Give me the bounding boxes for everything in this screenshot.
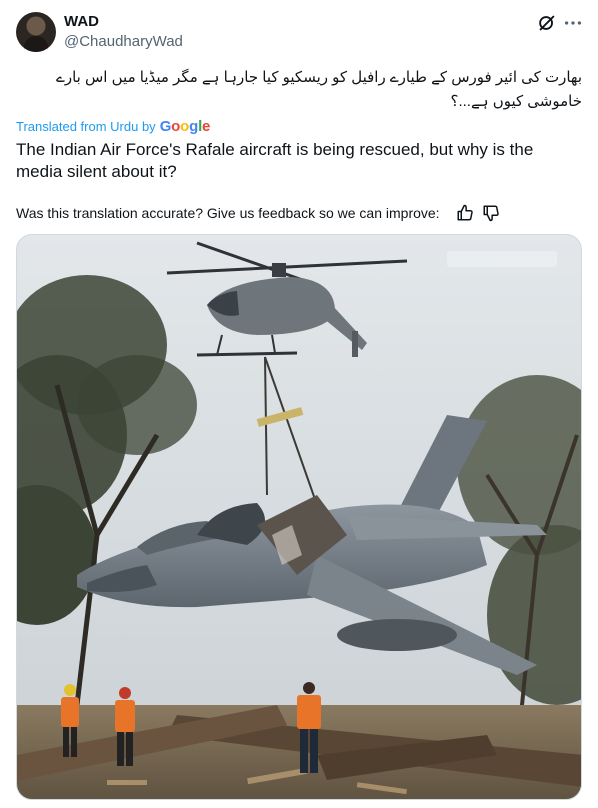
feedback-prompt: Was this translation accurate? Give us f… — [16, 205, 440, 221]
post-media-photo[interactable] — [16, 234, 582, 800]
user-handle[interactable]: @ChaudharyWad — [64, 33, 183, 51]
avatar[interactable] — [16, 12, 56, 52]
post-original-text: بھارت کی ائیر فورس کے طیارے رافیل کو ریس… — [56, 69, 582, 110]
google-logo: Google — [159, 118, 211, 135]
thumbs-up-icon[interactable] — [456, 204, 474, 222]
translation-attribution: Translated from Urdu by Google — [16, 119, 210, 135]
translated-from-label: Translated from Urdu by — [16, 119, 156, 134]
display-name[interactable]: WAD — [64, 13, 99, 31]
grok-icon[interactable] — [536, 12, 558, 34]
thumbs-down-icon[interactable] — [482, 204, 500, 222]
photo-watermark — [447, 251, 557, 267]
tweet-card: WAD @ChaudharyWad بھارت کی ائیر فورس کے … — [0, 0, 598, 808]
more-options-icon[interactable] — [562, 12, 584, 34]
translation-feedback: Was this translation accurate? Give us f… — [16, 204, 500, 222]
post-translation: The Indian Air Force's Rafale aircraft i… — [16, 140, 534, 181]
